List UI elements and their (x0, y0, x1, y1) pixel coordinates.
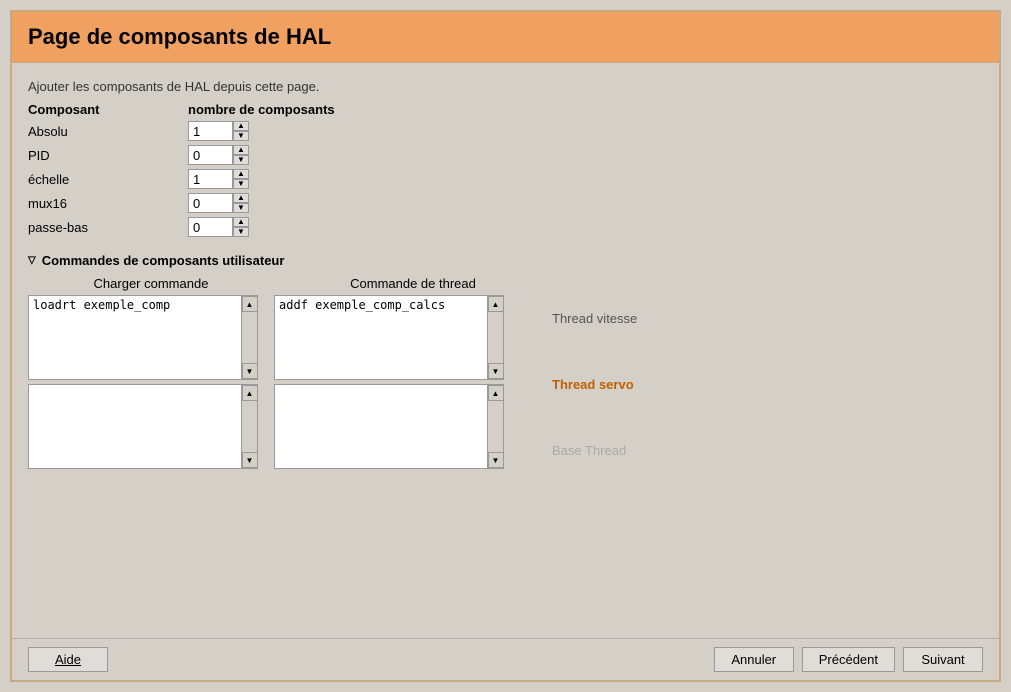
spinner-buttons-echelle: ▲ ▼ (233, 169, 249, 189)
scroll-track-2 (488, 312, 503, 363)
dialog-title: Page de composants de HAL (28, 24, 983, 50)
thread-vitesse-label: Thread vitesse (552, 311, 637, 326)
thread-commande-top-content[interactable]: addf exemple_comp_calcs (275, 296, 487, 379)
spinner-buttons-passe-bas: ▲ ▼ (233, 217, 249, 237)
label-absolu: Absolu (28, 124, 188, 139)
scroll-bar-2: ▲ ▼ (487, 296, 503, 379)
column-headers-row: Charger commande Commande de thread (28, 276, 536, 291)
label-echelle: échelle (28, 172, 188, 187)
label-passe-bas: passe-bas (28, 220, 188, 235)
thread-commande-bottom: ▲ ▼ (274, 384, 504, 469)
textarea-top-row: loadrt exemple_comp ▲ ▼ addf exemple_com… (28, 295, 536, 380)
spinner-buttons-pid: ▲ ▼ (233, 145, 249, 165)
spinner-up-echelle[interactable]: ▲ (233, 169, 249, 179)
subtitle: Ajouter les composants de HAL depuis cet… (28, 79, 983, 94)
table-header: Composant nombre de composants (28, 102, 983, 117)
main-dialog: Page de composants de HAL Ajouter les co… (10, 10, 1001, 682)
spinner-absolu: ▲ ▼ (188, 121, 249, 141)
spinner-down-pid[interactable]: ▼ (233, 155, 249, 165)
spinner-down-passe-bas[interactable]: ▼ (233, 227, 249, 237)
user-commands-label: Commandes de composants utilisateur (42, 253, 285, 268)
suivant-button[interactable]: Suivant (903, 647, 983, 672)
spinner-down-absolu[interactable]: ▼ (233, 131, 249, 141)
input-passe-bas[interactable] (188, 217, 233, 237)
thread-base-container: Base Thread (552, 443, 702, 458)
thread-commande-top: addf exemple_comp_calcs ▲ ▼ (274, 295, 504, 380)
dialog-footer: Aide Annuler Précédent Suivant (12, 638, 999, 680)
spinner-pid: ▲ ▼ (188, 145, 249, 165)
label-pid: PID (28, 148, 188, 163)
spinner-up-passe-bas[interactable]: ▲ (233, 217, 249, 227)
scroll-down-2[interactable]: ▼ (488, 363, 504, 379)
input-pid[interactable] (188, 145, 233, 165)
spinner-up-pid[interactable]: ▲ (233, 145, 249, 155)
spinner-up-absolu[interactable]: ▲ (233, 121, 249, 131)
components-table: Composant nombre de composants Absolu ▲ … (28, 102, 983, 237)
scroll-up-4[interactable]: ▲ (488, 385, 504, 401)
row-passe-bas: passe-bas ▲ ▼ (28, 217, 983, 237)
thread-servo-label: Thread servo (552, 377, 634, 392)
scroll-bar-1: ▲ ▼ (241, 296, 257, 379)
textarea-bottom-row: ▲ ▼ ▲ ▼ (28, 384, 536, 469)
thread-vitesse-container: Thread vitesse (552, 311, 702, 326)
scroll-down-1[interactable]: ▼ (242, 363, 258, 379)
col-composant-header: Composant (28, 102, 188, 117)
triangle-icon: ▽ (28, 255, 36, 266)
threads-panel: Thread vitesse Thread servo Base Thread (552, 276, 702, 469)
aide-button[interactable]: Aide (28, 647, 108, 672)
spinner-up-mux16[interactable]: ▲ (233, 193, 249, 203)
thread-base-label: Base Thread (552, 443, 626, 458)
label-mux16: mux16 (28, 196, 188, 211)
scroll-track-3 (242, 401, 257, 452)
spinner-buttons-mux16: ▲ ▼ (233, 193, 249, 213)
annuler-button[interactable]: Annuler (714, 647, 794, 672)
scroll-down-3[interactable]: ▼ (242, 452, 258, 468)
dialog-body: Ajouter les composants de HAL depuis cet… (12, 63, 999, 638)
scroll-track-4 (488, 401, 503, 452)
commands-left: Charger commande Commande de thread load… (28, 276, 536, 469)
input-absolu[interactable] (188, 121, 233, 141)
charger-commande-bottom-content[interactable] (29, 385, 241, 468)
scroll-down-4[interactable]: ▼ (488, 452, 504, 468)
col1-header: Charger commande (28, 276, 274, 291)
user-commands-header: ▽ Commandes de composants utilisateur (28, 253, 983, 268)
charger-commande-bottom: ▲ ▼ (28, 384, 258, 469)
spinner-echelle: ▲ ▼ (188, 169, 249, 189)
footer-right: Annuler Précédent Suivant (714, 647, 983, 672)
input-echelle[interactable] (188, 169, 233, 189)
charger-commande-top-content[interactable]: loadrt exemple_comp (29, 296, 241, 379)
row-absolu: Absolu ▲ ▼ (28, 121, 983, 141)
precedent-button[interactable]: Précédent (802, 647, 895, 672)
dialog-header: Page de composants de HAL (12, 12, 999, 63)
row-pid: PID ▲ ▼ (28, 145, 983, 165)
scroll-bar-3: ▲ ▼ (241, 385, 257, 468)
commands-section: Charger commande Commande de thread load… (28, 276, 983, 469)
spinner-passe-bas: ▲ ▼ (188, 217, 249, 237)
thread-commande-bottom-content[interactable] (275, 385, 487, 468)
row-echelle: échelle ▲ ▼ (28, 169, 983, 189)
spinner-buttons-absolu: ▲ ▼ (233, 121, 249, 141)
thread-servo-container: Thread servo (552, 377, 702, 392)
scroll-bar-4: ▲ ▼ (487, 385, 503, 468)
charger-commande-top: loadrt exemple_comp ▲ ▼ (28, 295, 258, 380)
spinner-down-echelle[interactable]: ▼ (233, 179, 249, 189)
spinner-mux16: ▲ ▼ (188, 193, 249, 213)
col2-header: Commande de thread (290, 276, 536, 291)
spinner-down-mux16[interactable]: ▼ (233, 203, 249, 213)
input-mux16[interactable] (188, 193, 233, 213)
scroll-track-1 (242, 312, 257, 363)
scroll-up-2[interactable]: ▲ (488, 296, 504, 312)
col-nombre-header: nombre de composants (188, 102, 348, 117)
scroll-up-3[interactable]: ▲ (242, 385, 258, 401)
scroll-up-1[interactable]: ▲ (242, 296, 258, 312)
row-mux16: mux16 ▲ ▼ (28, 193, 983, 213)
